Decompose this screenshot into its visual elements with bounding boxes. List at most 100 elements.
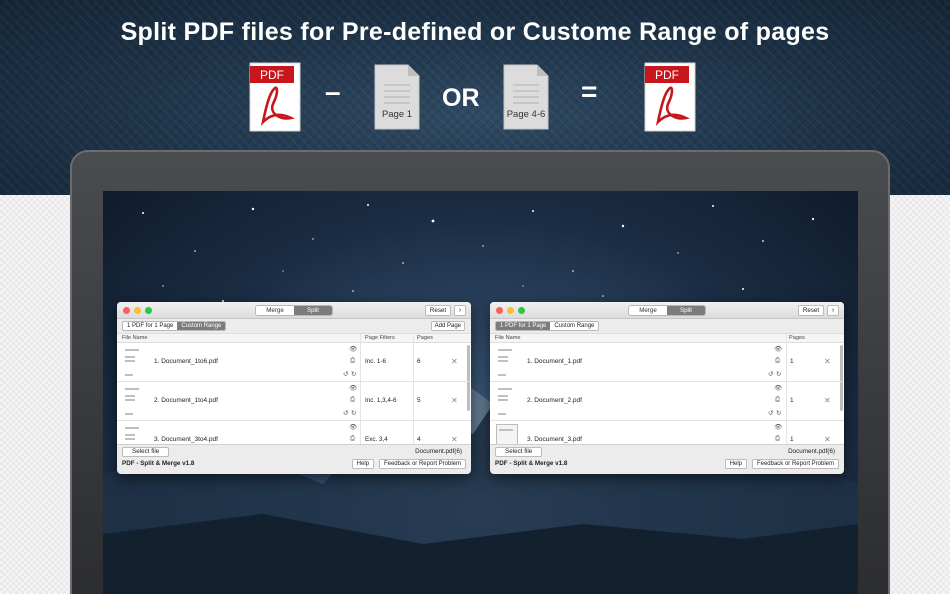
page-thumbnail (496, 385, 518, 418)
close-icon[interactable]: ✕ (451, 396, 458, 405)
mode-switch: Merge Split (628, 305, 706, 316)
eye-icon[interactable]: 👁 (774, 384, 782, 392)
zoom-window-button[interactable] (518, 307, 525, 314)
reset-button[interactable]: Reset (425, 305, 451, 316)
help-button[interactable]: Help (724, 459, 747, 469)
col-file-name: File Name (495, 335, 521, 341)
title-bar: Merge Split Reset › (117, 302, 471, 319)
printer-icon[interactable]: ⎙ (350, 396, 355, 404)
page-thumbnail (496, 346, 518, 379)
chevron-right-icon[interactable]: › (454, 305, 466, 316)
rotate-right-icon[interactable]: ↻ (776, 409, 781, 417)
printer-icon[interactable]: ⎙ (775, 396, 780, 404)
printer-icon[interactable]: ⎙ (350, 357, 355, 365)
table-row[interactable]: 2. Document_2.pdf 👁 ⎙ ↺ ↻ 1 ✕ (490, 382, 844, 421)
select-file-button[interactable]: Select file (495, 447, 543, 457)
table-row[interactable]: 1. Document_1to6.pdf 👁 ⎙ ↺ ↻ Inc. 1-6 6 … (117, 343, 471, 382)
or-text: OR (442, 84, 480, 112)
feedback-button[interactable]: Feedback or Report Problem (378, 459, 466, 469)
headline: Split PDF files for Pre-defined or Custo… (120, 18, 830, 46)
tab-split[interactable]: Split (294, 306, 332, 315)
page-4-6-label: Page 4-6 (506, 109, 546, 120)
file-footer: Select file Document.pdf(6) (117, 444, 471, 458)
app-window-one-per-page: Merge Split Reset › 1 PDF for 1 Page Cus… (490, 302, 844, 474)
file-name: 2. Document_2.pdf (527, 397, 582, 404)
app-version: PDF - Split & Merge v1.8 (122, 460, 195, 467)
document-name: Document.pdf(6) (788, 448, 835, 455)
close-window-button[interactable] (496, 307, 503, 314)
eye-icon[interactable]: 👁 (774, 345, 782, 353)
status-bar: PDF - Split & Merge v1.8 Help Feedback o… (490, 458, 844, 470)
reset-button[interactable]: Reset (798, 305, 824, 316)
app-version: PDF - Split & Merge v1.8 (495, 460, 568, 467)
mode-custom-range[interactable]: Custom Range (177, 322, 226, 330)
tab-merge[interactable]: Merge (629, 306, 667, 315)
equals-operator: = (581, 76, 598, 107)
close-icon[interactable]: ✕ (824, 396, 831, 405)
table-header: File Name Pages (490, 334, 844, 343)
window-controls (123, 307, 152, 314)
select-file-button[interactable]: Select file (122, 447, 170, 457)
close-window-button[interactable] (123, 307, 130, 314)
table-row[interactable]: 3. Document_3to4.pdf 👁 ⎙ Exc. 3,4 4 ✕ (117, 421, 471, 444)
col-page-filters: Page Filters (365, 335, 395, 341)
page-filter[interactable]: Exc. 3,4 (365, 436, 388, 443)
status-bar: PDF - Split & Merge v1.8 Help Feedback o… (117, 458, 471, 470)
rotate-left-icon[interactable]: ↺ (768, 409, 773, 417)
printer-icon[interactable]: ⎙ (775, 357, 780, 365)
file-name: 3. Document_3.pdf (527, 436, 582, 443)
chevron-right-icon[interactable]: › (827, 305, 839, 316)
title-bar: Merge Split Reset › (490, 302, 844, 319)
col-pages: Pages (417, 335, 433, 341)
page-count: 1 (790, 397, 794, 404)
mode-switch: Merge Split (255, 305, 333, 316)
file-table: File Name Page Filters Pages 1. Document… (117, 333, 471, 444)
minus-operator: – (325, 76, 341, 107)
svg-text:PDF: PDF (260, 68, 284, 82)
zoom-window-button[interactable] (145, 307, 152, 314)
tab-split[interactable]: Split (667, 306, 705, 315)
rotate-left-icon[interactable]: ↺ (343, 409, 348, 417)
close-icon[interactable]: ✕ (824, 357, 831, 366)
page-count: 4 (417, 436, 421, 443)
mode-one-per-page[interactable]: 1 PDF for 1 Page (123, 322, 178, 330)
printer-icon[interactable]: ⎙ (775, 435, 780, 443)
rotate-right-icon[interactable]: ↻ (351, 409, 356, 417)
page-filter[interactable]: Inc. 1,3,4-6 (365, 397, 397, 404)
minimize-window-button[interactable] (134, 307, 141, 314)
rotate-right-icon[interactable]: ↻ (776, 370, 781, 378)
rotate-left-icon[interactable]: ↺ (343, 370, 348, 378)
file-name: 3. Document_3to4.pdf (154, 436, 218, 443)
eye-icon[interactable]: 👁 (349, 345, 357, 353)
tab-merge[interactable]: Merge (256, 306, 294, 315)
pdf-file-icon: PDF (249, 62, 301, 132)
col-pages: Pages (789, 335, 805, 341)
printer-icon[interactable]: ⎙ (350, 435, 355, 443)
split-equation: PDF – Page 1 OR Page 4-6 = PDF (0, 62, 950, 134)
close-icon[interactable]: ✕ (824, 435, 831, 444)
eye-icon[interactable]: 👁 (774, 423, 782, 431)
pdf-file-icon: PDF (644, 62, 696, 132)
rotate-right-icon[interactable]: ↻ (351, 370, 356, 378)
table-row[interactable]: 1. Document_1.pdf 👁 ⎙ ↺ ↻ 1 ✕ (490, 343, 844, 382)
rotate-left-icon[interactable]: ↺ (768, 370, 773, 378)
close-icon[interactable]: ✕ (451, 357, 458, 366)
feedback-button[interactable]: Feedback or Report Problem (751, 459, 839, 469)
document-name: Document.pdf(6) (415, 448, 462, 455)
table-row[interactable]: 2. Document_1to4.pdf 👁 ⎙ ↺ ↻ Inc. 1,3,4-… (117, 382, 471, 421)
eye-icon[interactable]: 👁 (349, 384, 357, 392)
col-file-name: File Name (122, 335, 148, 341)
page-filter[interactable]: Inc. 1-6 (365, 358, 386, 365)
mode-custom-range[interactable]: Custom Range (550, 322, 599, 330)
mode-one-per-page[interactable]: 1 PDF for 1 Page (496, 322, 551, 330)
minimize-window-button[interactable] (507, 307, 514, 314)
split-mode-switch: 1 PDF for 1 Page Custom Range (495, 321, 600, 331)
close-icon[interactable]: ✕ (451, 435, 458, 444)
page-count: 6 (417, 358, 421, 365)
help-button[interactable]: Help (351, 459, 374, 469)
split-mode-bar: 1 PDF for 1 Page Custom Range (490, 319, 844, 333)
table-row[interactable]: 3. Document_3.pdf 👁 ⎙ 1 ✕ (490, 421, 844, 444)
page-4-6-icon: Page 4-6 (503, 64, 549, 130)
add-page-button[interactable]: Add Page (430, 321, 465, 331)
eye-icon[interactable]: 👁 (349, 423, 357, 431)
